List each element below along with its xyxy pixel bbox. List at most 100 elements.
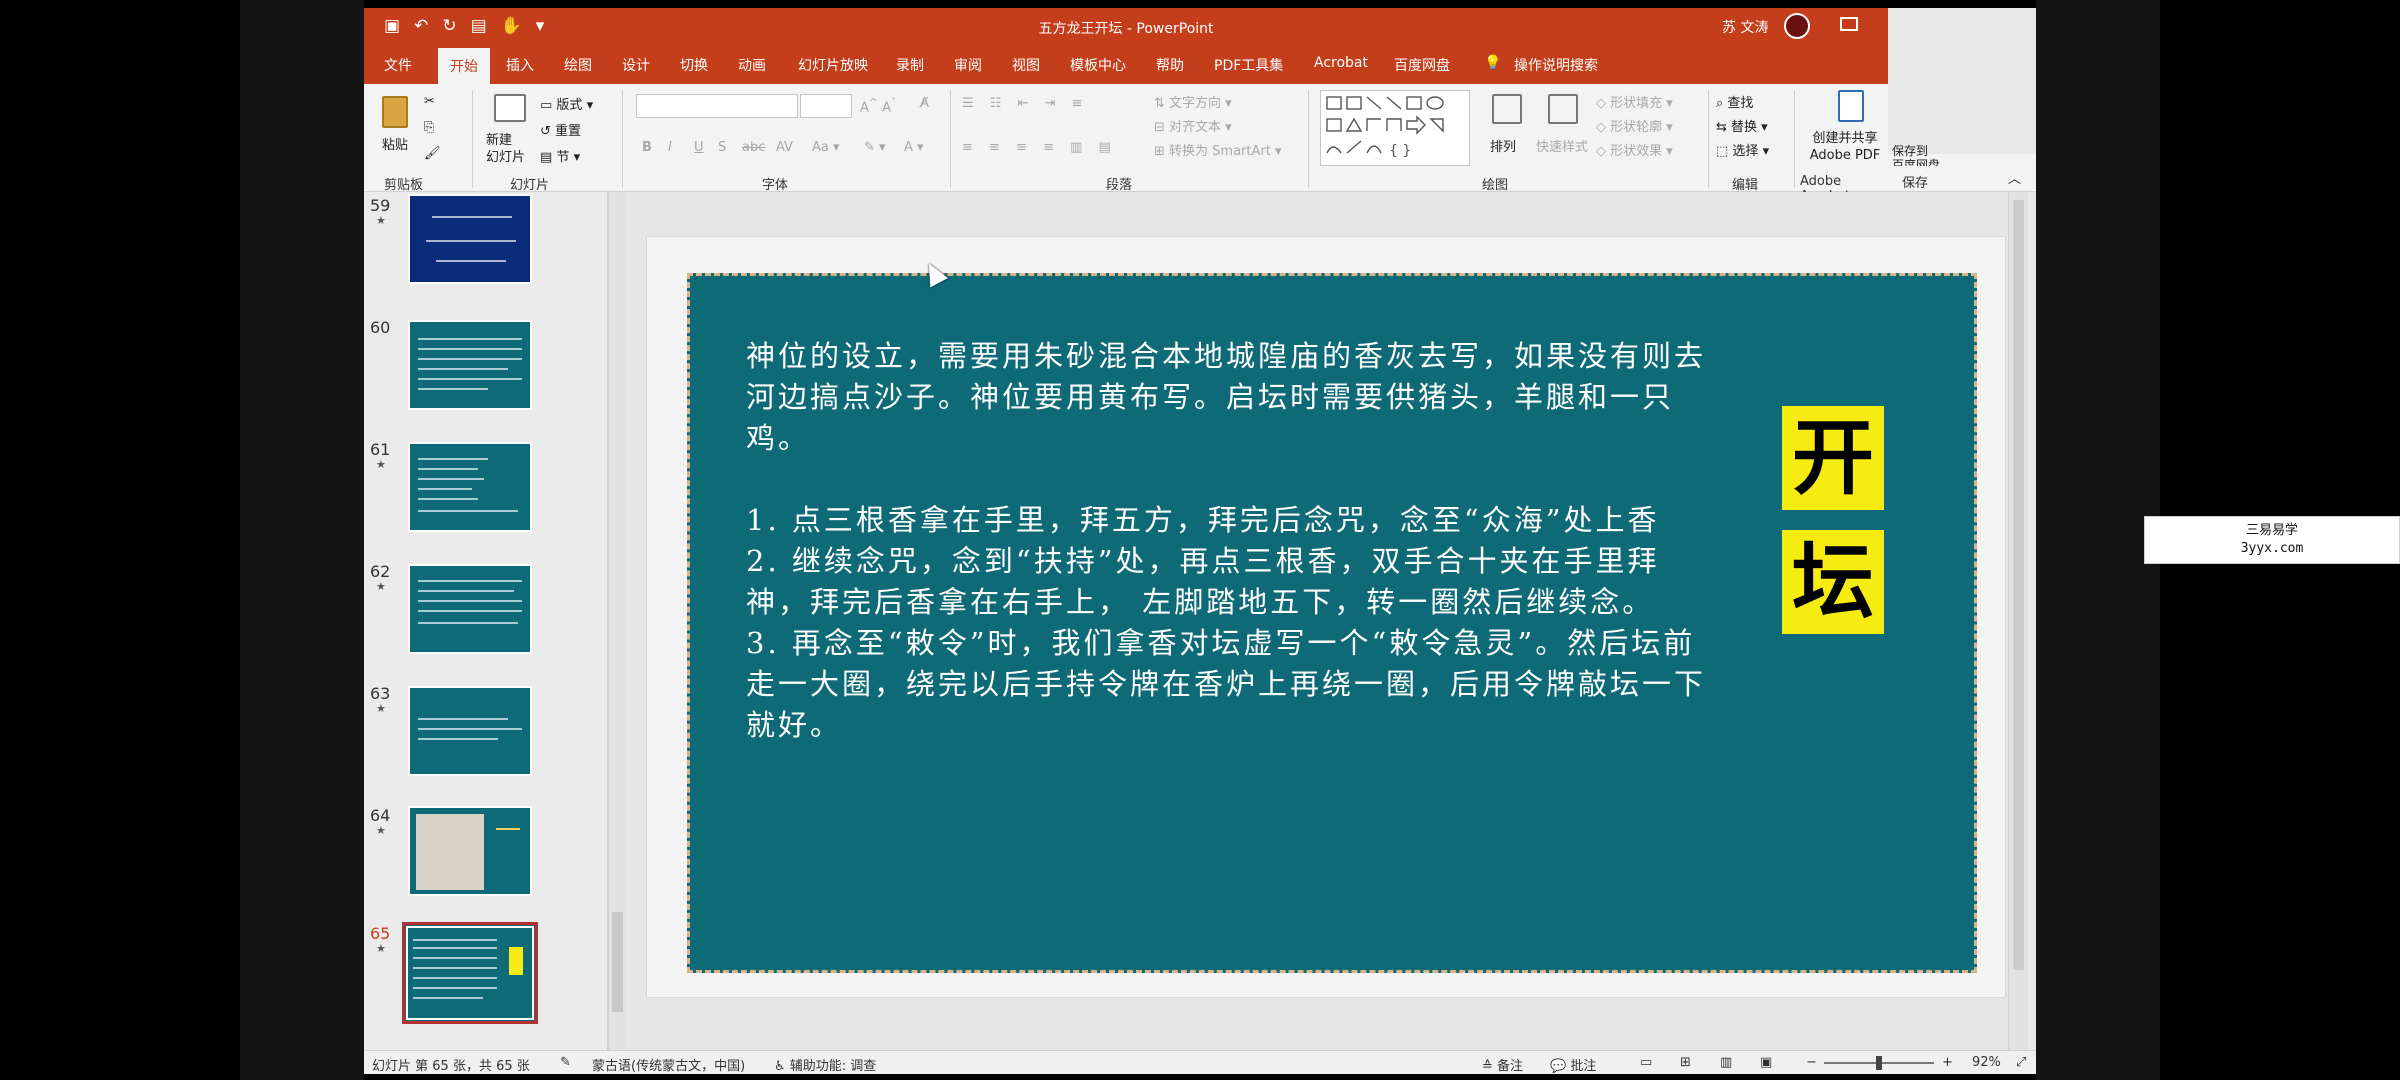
convert-smartart-button[interactable]: ⊞ 转换为 SmartArt ▾ — [1154, 140, 1282, 159]
thumbnail-slide-61[interactable] — [408, 442, 532, 532]
tab-review[interactable]: 审阅 — [954, 55, 982, 75]
ribbon-tabs: 文件 开始 插入 绘图 设计 切换 动画 幻灯片放映 录制 审阅 视图 模板中心… — [364, 44, 1888, 84]
new-slide-button[interactable]: 新建 幻灯片 — [486, 132, 525, 166]
paste-button[interactable]: 粘贴 — [382, 134, 408, 153]
replace-button[interactable]: ⇆ 替换 ▾ — [1716, 116, 1768, 135]
quick-styles-icon[interactable] — [1548, 94, 1578, 124]
tab-acrobat[interactable]: Acrobat — [1314, 55, 1368, 71]
collapse-ribbon-icon[interactable]: ︿ — [2008, 168, 2021, 187]
slide-title-char-1[interactable]: 开 — [1782, 406, 1884, 510]
select-button[interactable]: ⬚ 选择 ▾ — [1716, 140, 1769, 159]
paste-icon[interactable] — [382, 96, 408, 128]
animation-star-icon: ★ — [376, 214, 386, 227]
group-label-slides: 幻灯片 — [510, 178, 550, 193]
current-slide[interactable]: 神位的设立，需要用朱砂混合本地城隍庙的香灰去写，如果没有则去河边搞点沙子。神位要… — [687, 273, 1977, 973]
copy-icon[interactable]: ⎘ — [424, 120, 434, 135]
italic-icon[interactable]: I — [668, 140, 672, 155]
watermark-line-1: 三易易学 — [2245, 522, 2298, 538]
find-button[interactable]: ⌕ 查找 — [1716, 92, 1753, 111]
user-name[interactable]: 苏 文涛 — [1722, 17, 1768, 37]
change-case-icon[interactable]: Aa ▾ — [812, 140, 840, 155]
fit-slide-icon[interactable]: ⤢ — [2016, 1055, 2026, 1070]
tab-slideshow[interactable]: 幻灯片放映 — [798, 55, 868, 75]
text-direction-button[interactable]: ⇅ 文字方向 ▾ — [1154, 92, 1232, 111]
zoom-level[interactable]: 92% — [1972, 1055, 2001, 1070]
shape-outline-button[interactable]: ◇ 形状轮廓 ▾ — [1596, 116, 1673, 135]
quick-styles-button[interactable]: 快速样式 — [1536, 136, 1588, 155]
thumbnail-slide-65[interactable] — [402, 922, 538, 1024]
tell-me-search[interactable]: 操作说明搜索 — [1514, 55, 1598, 75]
normal-view-icon[interactable]: ▭ — [1640, 1055, 1652, 1070]
zoom-out-icon[interactable]: − — [1806, 1055, 1817, 1070]
scrollbar-thumb[interactable] — [612, 912, 623, 1012]
create-share-pdf-button[interactable]: 创建并共享 Adobe PDF — [1800, 130, 1890, 164]
grow-font-icon[interactable]: A^ Aˇ — [860, 96, 896, 115]
highlight-icon[interactable]: ✎ ▾ — [864, 140, 886, 155]
canvas-scrollbar[interactable] — [2008, 192, 2028, 1050]
group-label-editing: 编辑 — [1732, 178, 1759, 193]
ribbon-display-options-icon[interactable] — [1840, 17, 1858, 31]
avatar[interactable] — [1784, 13, 1810, 39]
thumbnails-scrollbar[interactable] — [608, 192, 626, 1050]
thumbnail-slide-63[interactable] — [408, 686, 532, 776]
notes-button[interactable]: ≙ 备注 — [1482, 1055, 1523, 1074]
thumbnail-slide-60[interactable] — [408, 320, 532, 410]
char-spacing-icon[interactable]: AV — [776, 140, 793, 155]
tab-design[interactable]: 设计 — [622, 55, 650, 75]
shape-effects-button[interactable]: ◇ 形状效果 ▾ — [1596, 140, 1673, 159]
zoom-in-icon[interactable]: + — [1942, 1055, 1953, 1070]
group-label-paragraph: 段落 — [1106, 178, 1133, 193]
scrollbar-thumb[interactable] — [2013, 200, 2024, 970]
shapes-gallery[interactable]: { } — [1320, 90, 1470, 166]
font-name-combo[interactable] — [636, 94, 798, 118]
tab-pdf-tools[interactable]: PDF工具集 — [1214, 55, 1283, 75]
align-text-button[interactable]: ⊟ 对齐文本 ▾ — [1154, 116, 1232, 135]
zoom-slider-knob[interactable] — [1876, 1056, 1882, 1070]
arrange-button[interactable]: 排列 — [1490, 136, 1516, 155]
cut-icon[interactable]: ✂ — [424, 94, 435, 109]
underline-icon[interactable]: U — [694, 140, 704, 155]
thumbnail-slide-64[interactable] — [408, 806, 532, 896]
align-icons[interactable]: ≡ ≡ ≡ ≡ ▥ ▤ — [962, 140, 1117, 155]
slide-sorter-icon[interactable]: ⊞ — [1680, 1055, 1691, 1070]
strikethrough-icon[interactable]: abc — [742, 140, 765, 155]
create-pdf-icon[interactable] — [1838, 90, 1864, 122]
ribbon-separator — [1794, 90, 1795, 188]
new-slide-icon[interactable] — [494, 94, 526, 122]
tab-file[interactable]: 文件 — [384, 55, 412, 75]
font-color-icon[interactable]: A ▾ — [904, 140, 924, 155]
layout-button[interactable]: ▭ 版式 ▾ — [540, 94, 593, 113]
tab-draw[interactable]: 绘图 — [564, 55, 592, 75]
arrange-icon[interactable] — [1492, 94, 1522, 124]
slideshow-icon[interactable]: ▣ — [1760, 1055, 1772, 1070]
bold-icon[interactable]: B — [642, 140, 652, 155]
slide-title-char-2[interactable]: 坛 — [1782, 530, 1884, 634]
format-painter-icon[interactable]: 🖌 — [424, 146, 441, 161]
list-icons[interactable]: ☰ ☷ ⇤ ⇥ ≡ — [962, 96, 1089, 111]
tab-baidu-netdisk[interactable]: 百度网盘 — [1394, 55, 1450, 75]
tab-help[interactable]: 帮助 — [1156, 55, 1184, 75]
tab-animations[interactable]: 动画 — [738, 55, 766, 75]
language-status[interactable]: 蒙古语(传统蒙古文，中国) — [592, 1055, 745, 1074]
accessibility-status[interactable]: ♿ 辅助功能: 调查 — [774, 1055, 876, 1074]
spelling-icon[interactable]: ✎ — [560, 1055, 571, 1070]
tab-record[interactable]: 录制 — [896, 55, 924, 75]
save-to-baidu-button[interactable]: 保存到 百度网盘 — [1892, 144, 1940, 166]
tab-home[interactable]: 开始 — [438, 48, 490, 84]
shape-fill-button[interactable]: ◇ 形状填充 ▾ — [1596, 92, 1673, 111]
thumbnail-number: 60 — [370, 318, 391, 337]
tab-transitions[interactable]: 切换 — [680, 55, 708, 75]
thumbnail-slide-59[interactable] — [408, 194, 532, 284]
section-button[interactable]: ▤ 节 ▾ — [540, 146, 580, 165]
shadow-icon[interactable]: S — [718, 140, 726, 155]
tab-view[interactable]: 视图 — [1012, 55, 1040, 75]
comments-button[interactable]: 💬 批注 — [1550, 1055, 1596, 1074]
slide-body-text[interactable]: 神位的设立，需要用朱砂混合本地城隍庙的香灰去写，如果没有则去河边搞点沙子。神位要… — [746, 336, 1706, 746]
reset-button[interactable]: ↺ 重置 — [540, 120, 581, 139]
clear-format-icon[interactable]: A̸ — [920, 96, 929, 111]
reading-view-icon[interactable]: ▥ — [1720, 1055, 1732, 1070]
thumbnail-slide-62[interactable] — [408, 564, 532, 654]
tab-template-center[interactable]: 模板中心 — [1070, 55, 1126, 75]
tab-insert[interactable]: 插入 — [506, 55, 534, 75]
font-size-combo[interactable] — [800, 94, 852, 118]
